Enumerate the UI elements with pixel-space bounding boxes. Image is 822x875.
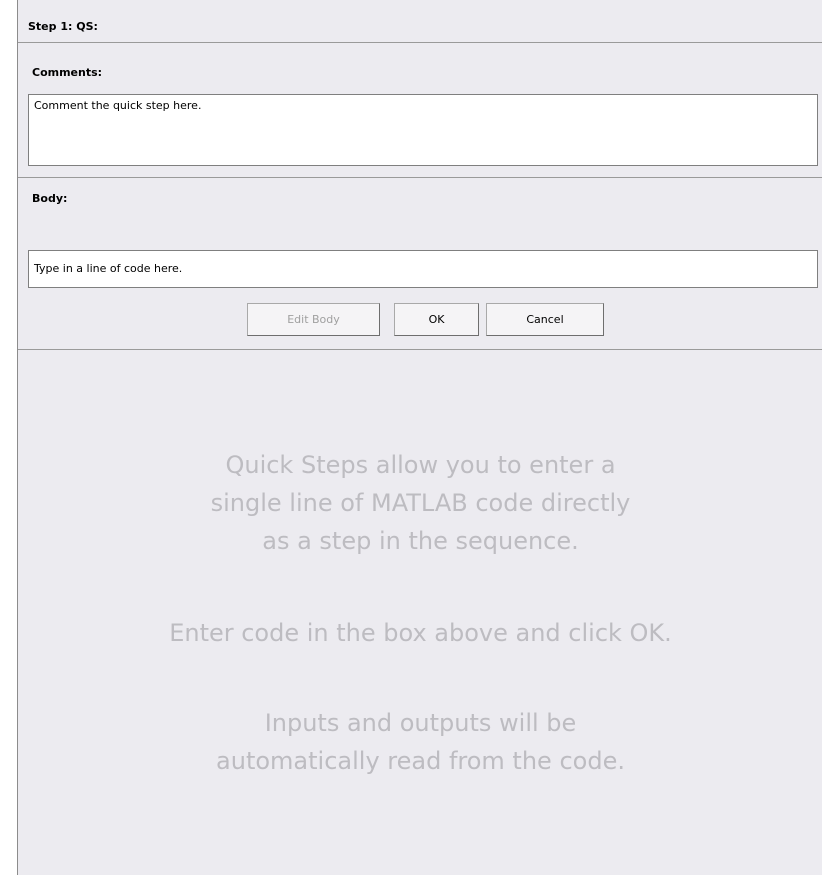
buttons-divider xyxy=(18,349,822,350)
ok-button[interactable]: OK xyxy=(394,303,479,336)
info-line-6: automatically read from the code. xyxy=(216,747,625,775)
info-line-4: Enter code in the box above and click OK… xyxy=(169,619,672,647)
comments-field[interactable]: Comment the quick step here. xyxy=(28,94,818,166)
quick-step-panel: Step 1: QS: Comments: Comment the quick … xyxy=(17,0,822,875)
comments-label: Comments: xyxy=(32,66,103,79)
step-title: Step 1: QS: xyxy=(28,20,98,33)
body-label: Body: xyxy=(32,192,68,205)
info-line-1: Quick Steps allow you to enter a xyxy=(225,451,616,479)
section-divider xyxy=(18,177,822,178)
info-line-3: as a step in the sequence. xyxy=(262,527,579,555)
step-header: Step 1: QS: xyxy=(18,0,822,43)
info-line-5: Inputs and outputs will be xyxy=(264,709,577,737)
body-field[interactable]: Type in a line of code here. xyxy=(28,250,818,288)
cancel-button[interactable]: Cancel xyxy=(486,303,604,336)
info-line-2: single line of MATLAB code directly xyxy=(210,489,631,517)
edit-body-button[interactable]: Edit Body xyxy=(247,303,380,336)
